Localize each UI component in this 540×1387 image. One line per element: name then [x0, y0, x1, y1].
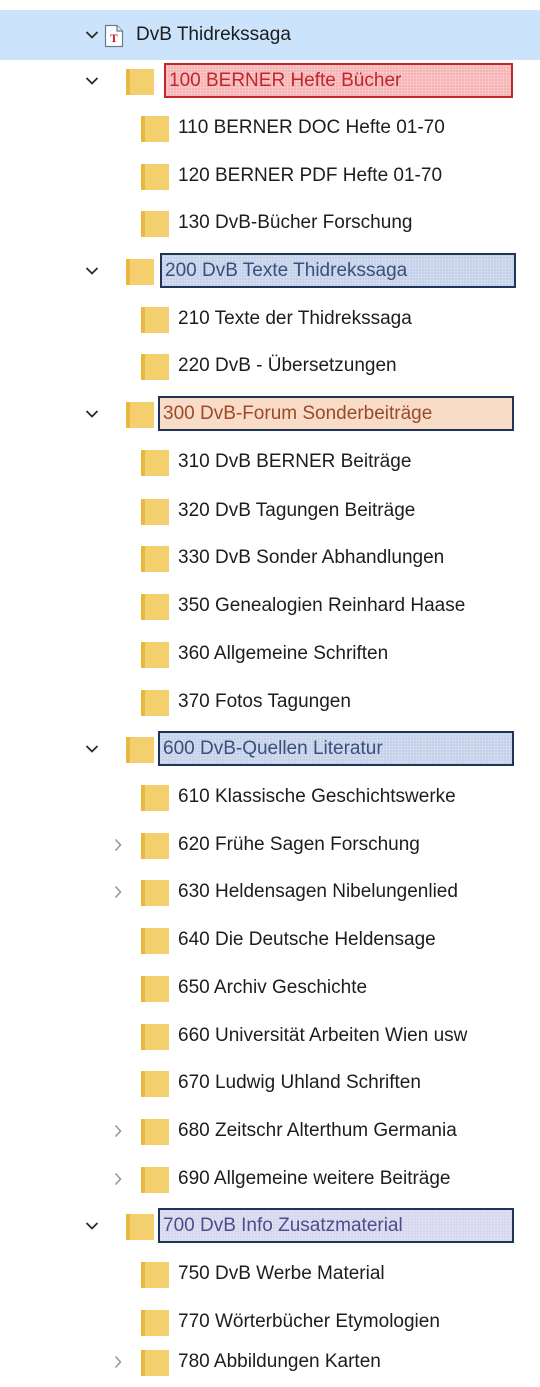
- tree-item-660[interactable]: 660 Universität Arbeiten Wien usw: [0, 1011, 540, 1061]
- folder-icon: [140, 1349, 170, 1377]
- tree-item-label: 660 Universität Arbeiten Wien usw: [178, 1025, 468, 1046]
- tree-item-label: 210 Texte der Thidrekssaga: [178, 308, 412, 329]
- tree-item-label: 700 DvB Info Zusatzmaterial: [158, 1208, 514, 1243]
- folder-icon: [140, 927, 170, 955]
- tree-item-label: 680 Zeitschr Alterthum Germania: [178, 1120, 457, 1141]
- tree-item-label: 200 DvB Texte Thidrekssaga: [160, 253, 516, 288]
- tree-item-780[interactable]: 780 Abbildungen Karten: [0, 1337, 540, 1387]
- folder-icon: [140, 115, 170, 143]
- folder-icon: [140, 832, 170, 860]
- folder-icon: [140, 545, 170, 573]
- tree-item-690[interactable]: 690 Allgemeine weitere Beiträge: [0, 1154, 540, 1204]
- tree-item-330[interactable]: 330 DvB Sonder Abhandlungen: [0, 533, 540, 583]
- tree-item-130[interactable]: 130 DvB-Bücher Forschung: [0, 198, 540, 248]
- tree-item-610[interactable]: 610 Klassische Geschichtswerke: [0, 772, 540, 822]
- text-file-icon: T: [104, 24, 124, 48]
- tree-item-220[interactable]: 220 DvB - Übersetzungen: [0, 341, 540, 391]
- folder-icon: [140, 689, 170, 717]
- folder-icon: [140, 784, 170, 812]
- tree-item-label: 690 Allgemeine weitere Beiträge: [178, 1168, 451, 1189]
- svg-text:T: T: [110, 34, 118, 45]
- tree-item-300[interactable]: 300 DvB-Forum Sonderbeiträge: [0, 389, 540, 439]
- tree-item-label: 640 Die Deutsche Heldensage: [178, 929, 436, 950]
- tree-item-370[interactable]: 370 Fotos Tagungen: [0, 677, 540, 727]
- chevron-right-icon[interactable]: [108, 1121, 128, 1141]
- folder-icon: [140, 593, 170, 621]
- tree-item-label: 320 DvB Tagungen Beiträge: [178, 500, 416, 521]
- tree-item-label: 110 BERNER DOC Hefte 01-70: [178, 117, 445, 138]
- tree-item-label: 370 Fotos Tagungen: [178, 691, 351, 712]
- chevron-down-icon[interactable]: [82, 71, 102, 91]
- chevron-right-icon[interactable]: [108, 882, 128, 902]
- tree-root-label: DvB Thidrekssaga: [136, 24, 291, 45]
- folder-tree: T DvB Thidrekssaga 100 BERNER Hefte Büch…: [0, 0, 540, 1387]
- folder-icon: [140, 210, 170, 238]
- chevron-right-icon[interactable]: [108, 835, 128, 855]
- tree-item-label: 220 DvB - Übersetzungen: [178, 355, 397, 376]
- tree-item-120[interactable]: 120 BERNER PDF Hefte 01-70: [0, 151, 540, 201]
- tree-item-label: 300 DvB-Forum Sonderbeiträge: [158, 396, 514, 431]
- tree-root-item[interactable]: T DvB Thidrekssaga: [0, 10, 540, 60]
- folder-icon: [140, 641, 170, 669]
- tree-item-label: 670 Ludwig Uhland Schriften: [178, 1072, 421, 1093]
- tree-item-750[interactable]: 750 DvB Werbe Material: [0, 1249, 540, 1299]
- folder-icon: [140, 1309, 170, 1337]
- tree-item-label: 780 Abbildungen Karten: [178, 1351, 381, 1372]
- tree-item-620[interactable]: 620 Frühe Sagen Forschung: [0, 820, 540, 870]
- tree-item-label: 130 DvB-Bücher Forschung: [178, 212, 413, 233]
- folder-icon: [140, 163, 170, 191]
- tree-item-320[interactable]: 320 DvB Tagungen Beiträge: [0, 486, 540, 536]
- tree-item-label: 620 Frühe Sagen Forschung: [178, 834, 420, 855]
- tree-item-700[interactable]: 700 DvB Info Zusatzmaterial: [0, 1201, 540, 1251]
- tree-item-360[interactable]: 360 Allgemeine Schriften: [0, 629, 540, 679]
- folder-icon: [140, 498, 170, 526]
- folder-icon: [140, 1261, 170, 1289]
- chevron-down-icon[interactable]: [82, 25, 102, 45]
- folder-icon: [140, 1166, 170, 1194]
- chevron-down-icon[interactable]: [82, 261, 102, 281]
- tree-item-350[interactable]: 350 Genealogien Reinhard Haase: [0, 581, 540, 631]
- tree-item-630[interactable]: 630 Heldensagen Nibelungenlied: [0, 867, 540, 917]
- tree-item-label: 600 DvB-Quellen Literatur: [158, 731, 514, 766]
- folder-icon: [140, 975, 170, 1003]
- tree-item-650[interactable]: 650 Archiv Geschichte: [0, 963, 540, 1013]
- tree-item-label: 100 BERNER Hefte Bücher: [164, 63, 513, 98]
- chevron-down-icon[interactable]: [82, 1216, 102, 1236]
- chevron-right-icon[interactable]: [108, 1169, 128, 1189]
- tree-item-label: 750 DvB Werbe Material: [178, 1263, 385, 1284]
- folder-icon: [125, 258, 155, 286]
- tree-item-label: 630 Heldensagen Nibelungenlied: [178, 881, 458, 902]
- tree-item-label: 650 Archiv Geschichte: [178, 977, 368, 998]
- tree-item-label: 610 Klassische Geschichtswerke: [178, 786, 456, 807]
- folder-icon: [140, 306, 170, 334]
- folder-icon: [125, 1213, 155, 1241]
- folder-icon: [140, 353, 170, 381]
- tree-item-210[interactable]: 210 Texte der Thidrekssaga: [0, 294, 540, 344]
- tree-item-label: 350 Genealogien Reinhard Haase: [178, 595, 466, 616]
- tree-item-label: 360 Allgemeine Schriften: [178, 643, 389, 664]
- tree-item-label: 330 DvB Sonder Abhandlungen: [178, 547, 445, 568]
- folder-icon: [140, 1023, 170, 1051]
- tree-item-label: 120 BERNER PDF Hefte 01-70: [178, 165, 443, 186]
- tree-item-670[interactable]: 670 Ludwig Uhland Schriften: [0, 1058, 540, 1108]
- tree-item-label: 310 DvB BERNER Beiträge: [178, 451, 412, 472]
- folder-icon: [140, 449, 170, 477]
- tree-item-600[interactable]: 600 DvB-Quellen Literatur: [0, 724, 540, 774]
- folder-icon: [125, 401, 155, 429]
- tree-item-110[interactable]: 110 BERNER DOC Hefte 01-70: [0, 103, 540, 153]
- chevron-right-icon[interactable]: [108, 1352, 128, 1372]
- tree-item-200[interactable]: 200 DvB Texte Thidrekssaga: [0, 246, 540, 296]
- tree-item-310[interactable]: 310 DvB BERNER Beiträge: [0, 437, 540, 487]
- folder-icon: [125, 736, 155, 764]
- tree-item-640[interactable]: 640 Die Deutsche Heldensage: [0, 915, 540, 965]
- tree-item-100[interactable]: 100 BERNER Hefte Bücher: [0, 56, 540, 106]
- tree-item-680[interactable]: 680 Zeitschr Alterthum Germania: [0, 1106, 540, 1156]
- chevron-down-icon[interactable]: [82, 404, 102, 424]
- folder-icon: [125, 68, 155, 96]
- chevron-down-icon[interactable]: [82, 739, 102, 759]
- folder-icon: [140, 879, 170, 907]
- folder-icon: [140, 1070, 170, 1098]
- folder-icon: [140, 1118, 170, 1146]
